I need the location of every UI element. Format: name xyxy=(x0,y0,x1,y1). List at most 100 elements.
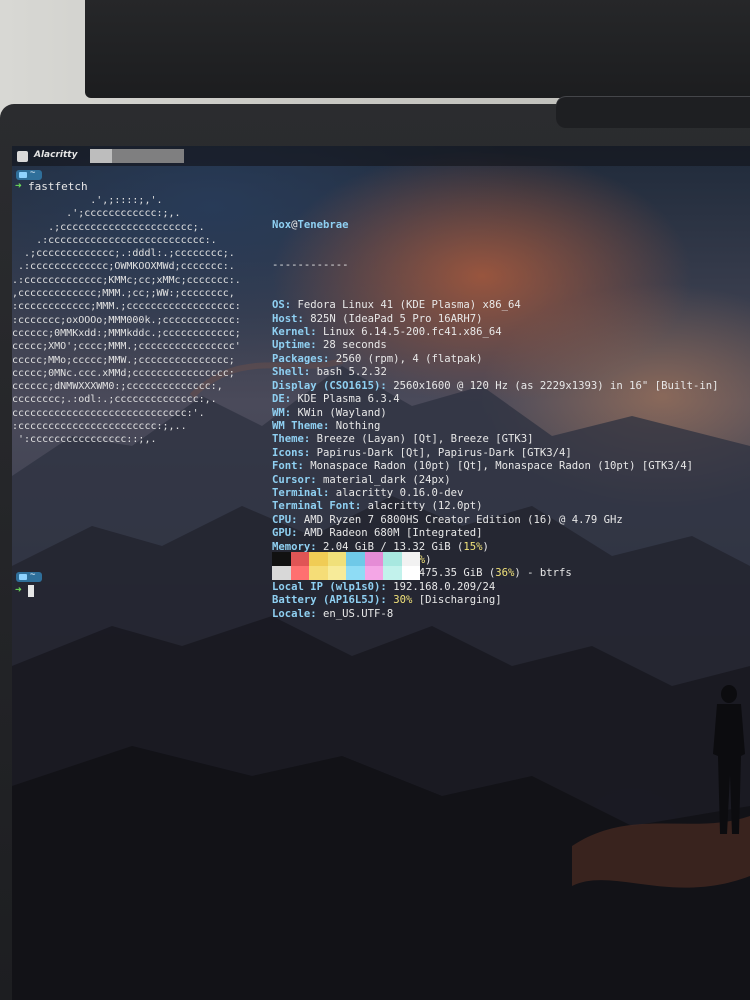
info-value: KDE Plasma 6.3.4 xyxy=(291,393,400,406)
info-row: DE: KDE Plasma 6.3.4 xyxy=(272,393,718,406)
info-row: Display (CSO1615): 2560x1600 @ 120 Hz (a… xyxy=(272,380,718,393)
logo-line: ':cccccccccccccccc::;,. xyxy=(12,434,157,446)
info-value: 192.168.0.209/24 xyxy=(386,580,496,593)
logo-line: ccccc;0MNc.ccc.xMMd;cccccccccccccccc; xyxy=(12,367,235,379)
palette-swatch xyxy=(401,566,420,580)
info-key: Locale: xyxy=(272,607,317,620)
info-value: AMD Ryzen 7 6800HS Creator Edition (16) … xyxy=(297,513,623,526)
info-value: Fedora Linux 41 (KDE Plasma) x86_64 xyxy=(291,299,521,312)
bezel-camera-notch xyxy=(556,96,750,128)
info-tail: ) xyxy=(425,553,432,566)
info-key: Packages: xyxy=(272,352,330,365)
info-value: Breeze (Layan) [Qt], Breeze [GTK3] xyxy=(310,433,534,446)
info-key: Terminal: xyxy=(272,486,330,499)
info-value: KWin (Wayland) xyxy=(291,406,387,419)
command-text: fastfetch xyxy=(28,180,88,193)
prompt-arrow-icon: ➜ xyxy=(15,583,22,596)
info-value: 2.04 GiB / 13.32 GiB ( xyxy=(316,540,464,553)
palette-swatch xyxy=(364,552,383,566)
palette-row-bottom xyxy=(272,566,420,580)
logo-line: ccccc;XMO';cccc;MMM.;cccccccccccccccc' xyxy=(12,341,241,353)
info-row: Battery (AP16L5J): 30% [Discharging] xyxy=(272,594,718,607)
info-row: GPU: AMD Radeon 680M [Integrated] xyxy=(272,527,718,540)
info-row: Host: 825N (IdeaPad 5 Pro 16ARH7) xyxy=(272,313,718,326)
alacritty-icon xyxy=(17,151,28,162)
info-value: Papirus-Dark [Qt], Papirus-Dark [GTK3/4] xyxy=(310,446,572,459)
terminal-cursor[interactable] xyxy=(28,585,34,597)
info-key: Kernel: xyxy=(272,326,317,339)
info-key: Battery (AP16L5J): xyxy=(272,594,387,607)
logo-line: ccccccccccccccccccccccccccccc:'. xyxy=(12,407,205,419)
info-row: Packages: 2560 (rpm), 4 (flatpak) xyxy=(272,353,718,366)
palette-swatch xyxy=(290,552,309,566)
info-value: alacritty (12.0pt) xyxy=(361,500,483,513)
palette-swatch xyxy=(309,552,328,566)
info-value: 2560 (rpm), 4 (flatpak) xyxy=(329,352,483,365)
info-value: en_US.UTF-8 xyxy=(316,607,394,620)
wallpaper-silhouette xyxy=(713,685,745,834)
palette-swatch xyxy=(383,552,402,566)
info-value: Nothing xyxy=(329,419,381,432)
info-value: 2560x1600 @ 120 Hz (as 2229x1393) in 16"… xyxy=(386,379,719,392)
info-user: Nox xyxy=(272,218,292,231)
info-value: 28 seconds xyxy=(316,339,387,352)
palette-swatch xyxy=(272,552,291,566)
info-key: CPU: xyxy=(272,513,298,526)
info-key: Font: xyxy=(272,460,304,473)
info-value: AMD Radeon 680M [Integrated] xyxy=(297,527,483,540)
info-key: GPU: xyxy=(272,527,298,540)
logo-line: cccccccc;.:odl:.;cccccccccccccc:,. xyxy=(12,394,217,406)
palette-swatch xyxy=(401,552,420,566)
palette-swatch xyxy=(383,566,402,580)
window-title: Alacritty xyxy=(34,150,78,160)
palette-swatch xyxy=(346,566,365,580)
info-percent: 36% xyxy=(495,567,515,580)
folder-icon xyxy=(19,574,27,580)
logo-line: .:ccccccccccccc;KMMc;cc;xMMc;ccccccc:. xyxy=(12,274,241,286)
info-row: Theme: Breeze (Layan) [Qt], Breeze [GTK3… xyxy=(272,433,718,446)
logo-line: cccccc;dNMWXXXWM0:;cccccccccccccc:, xyxy=(12,381,223,393)
info-tail: [Discharging] xyxy=(412,594,502,607)
info-row: WM Theme: Nothing xyxy=(272,420,718,433)
info-value: bash 5.2.32 xyxy=(310,366,387,379)
info-row: Local IP (wlp1s0): 192.168.0.209/24 xyxy=(272,581,718,594)
logo-line: :ccccccccccccccccccccccc:;,.. xyxy=(12,421,187,433)
info-row: Cursor: material_dark (24px) xyxy=(272,474,718,487)
logo-line: .;cccccccccccccccccccccc;. xyxy=(12,221,205,233)
info-value: alacritty 0.16.0-dev xyxy=(329,486,464,499)
info-value: 825N (IdeaPad 5 Pro 16ARH7) xyxy=(303,312,483,325)
logo-line: ccccc;MMo;ccccc;MMW.;ccccccccccccccc; xyxy=(12,354,235,366)
title-tab-block-2[interactable] xyxy=(112,149,184,163)
info-percent: 30% xyxy=(393,594,413,607)
rear-monitor xyxy=(85,0,750,98)
folder-icon xyxy=(19,172,27,178)
palette-row-top xyxy=(272,552,420,566)
logo-line: .';cccccccccccc:;,. xyxy=(12,208,181,220)
palette-swatch xyxy=(327,552,346,566)
info-row: WM: KWin (Wayland) xyxy=(272,407,718,420)
info-key: Memory: xyxy=(272,540,317,553)
laptop-screen: Alacritty ~ ➜ fastfetch .',;::::;,'. .';… xyxy=(12,146,750,1000)
title-tab-block-1[interactable] xyxy=(90,149,112,163)
prompt-dir: ~ xyxy=(30,168,36,178)
info-value: material_dark (24px) xyxy=(316,473,451,486)
info-row: Terminal: alacritty 0.16.0-dev xyxy=(272,487,718,500)
info-value: Monaspace Radon (10pt) [Qt], Monaspace R… xyxy=(303,460,693,473)
logo-line: :ccccccc;oxOOOo;MMM000k.;cccccccccccc: xyxy=(12,314,241,326)
terminal-titlebar[interactable]: Alacritty xyxy=(12,146,750,166)
info-key: WM: xyxy=(272,406,292,419)
prompt-dir: ~ xyxy=(30,570,36,580)
logo-line: cccccc;0MMKxdd:;MMMkddc.;cccccccccccc; xyxy=(12,327,241,339)
logo-line: .',;::::;,'. xyxy=(12,195,163,206)
palette-swatch xyxy=(327,566,346,580)
info-host: Tenebrae xyxy=(297,218,349,231)
palette-swatch xyxy=(364,566,383,580)
info-key: DE: xyxy=(272,393,292,406)
prompt-dir-badge-2: ~ xyxy=(16,570,42,582)
info-key: Uptime: xyxy=(272,339,317,352)
fedora-ascii-logo: .',;::::;,'. .';cccccccccccc:;,. .;ccccc… xyxy=(12,194,241,447)
info-key: Cursor: xyxy=(272,473,317,486)
info-key: Theme: xyxy=(272,433,311,446)
info-header: Nox@Tenebrae xyxy=(272,219,718,232)
info-row: Shell: bash 5.2.32 xyxy=(272,366,718,379)
